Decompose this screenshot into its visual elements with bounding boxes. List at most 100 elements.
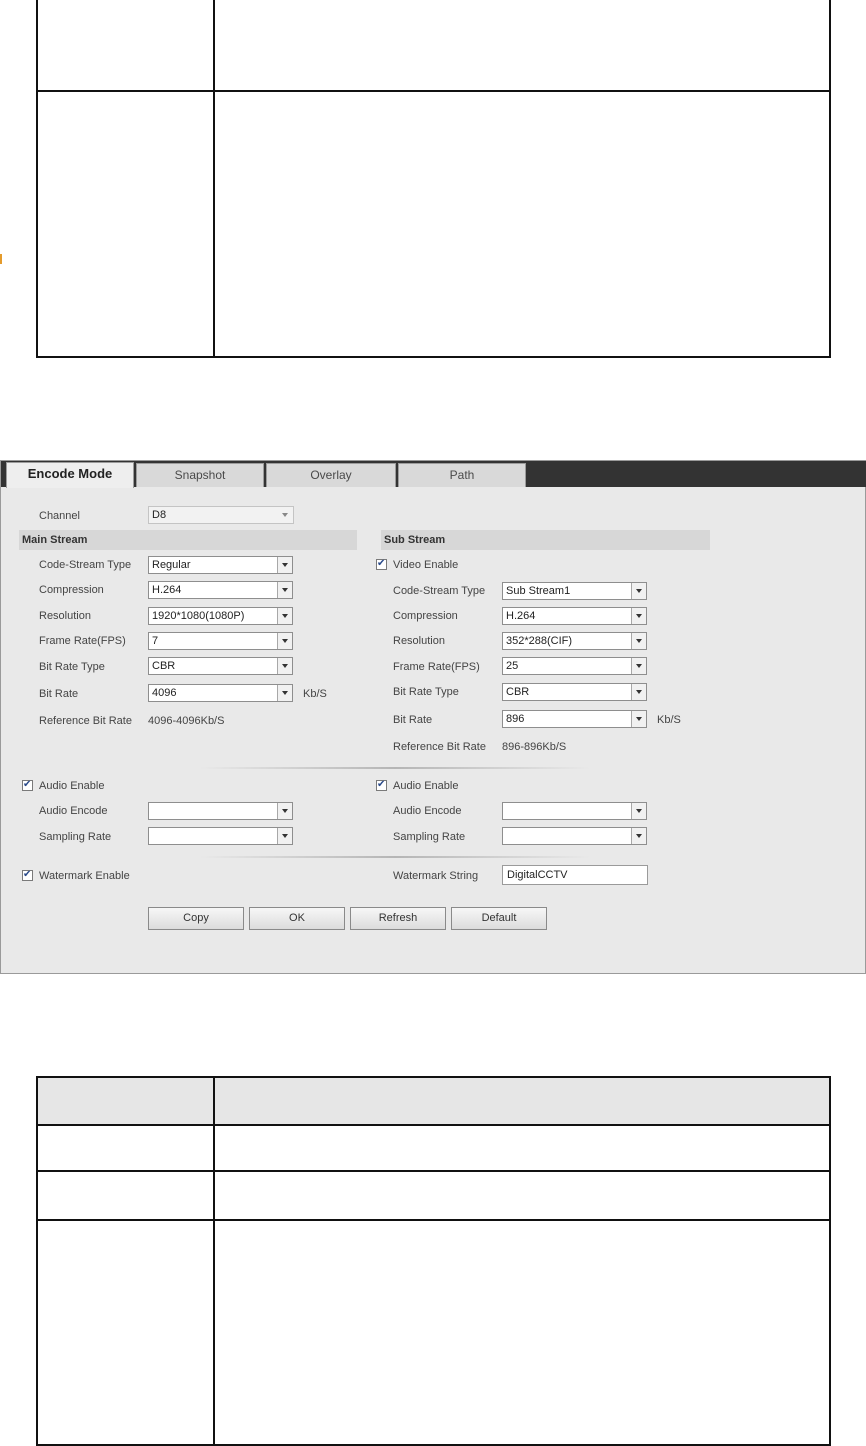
main-sampling-rate-select[interactable]: [148, 827, 293, 845]
sub-audio-enable-checkbox[interactable]: ✔: [376, 779, 387, 791]
watermark-string-label: Watermark String: [393, 870, 479, 882]
sub-bit-rate-type-label: Bit Rate Type: [393, 686, 459, 698]
top-table-column-divider: [213, 0, 215, 356]
chevron-down-icon: [631, 583, 646, 599]
default-button[interactable]: Default: [451, 907, 547, 930]
chevron-down-icon: [631, 633, 646, 649]
checkmark-icon: ✔: [23, 779, 32, 790]
main-bit-rate-type-label: Bit Rate Type: [39, 661, 105, 673]
watermark-enable-label: Watermark Enable: [39, 870, 130, 882]
bottom-table-row-line: [38, 1170, 829, 1172]
sub-bit-rate-value: 896: [506, 713, 525, 725]
main-resolution-value: 1920*1080(1080P): [152, 610, 245, 622]
chevron-down-icon: [278, 507, 293, 523]
main-code-stream-type-select[interactable]: Regular: [148, 556, 293, 574]
watermark-string-input[interactable]: DigitalCCTV: [502, 865, 648, 885]
chevron-down-icon: [277, 582, 292, 598]
sub-stream-header: Sub Stream: [381, 530, 710, 550]
main-sampling-rate-label: Sampling Rate: [39, 831, 112, 843]
sub-bit-rate-type-select[interactable]: CBR: [502, 683, 647, 701]
video-enable-label: Video Enable: [393, 559, 459, 571]
sub-compression-value: H.264: [506, 610, 536, 622]
sub-reference-bit-rate-value: 896-896Kb/S: [502, 741, 567, 753]
video-enable-checkbox-box[interactable]: ✔: [376, 558, 387, 570]
section-divider: [200, 856, 590, 858]
top-table-row-1: [38, 0, 829, 90]
sub-compression-select[interactable]: H.264: [502, 607, 647, 625]
ok-button[interactable]: OK: [249, 907, 345, 930]
sub-resolution-select[interactable]: 352*288(CIF): [502, 632, 647, 650]
main-compression-label: Compression: [39, 584, 104, 596]
main-bit-rate-type-select[interactable]: CBR: [148, 657, 293, 675]
chevron-down-icon: [631, 803, 646, 819]
sub-code-stream-type-value: Sub Stream1: [506, 585, 571, 597]
main-frame-rate-select[interactable]: 7: [148, 632, 293, 650]
tab-encode-mode[interactable]: Encode Mode: [6, 462, 134, 488]
main-bit-rate-unit: Kb/S: [303, 688, 327, 700]
chevron-down-icon: [277, 633, 292, 649]
main-bit-rate-type-value: CBR: [152, 660, 176, 672]
chevron-down-icon: [277, 685, 292, 701]
checkmark-icon: ✔: [377, 558, 386, 569]
sub-frame-rate-label: Frame Rate(FPS): [393, 661, 480, 673]
channel-select[interactable]: D8: [148, 506, 294, 524]
main-frame-rate-label: Frame Rate(FPS): [39, 635, 126, 647]
sub-resolution-value: 352*288(CIF): [506, 635, 573, 647]
sub-compression-label: Compression: [393, 610, 458, 622]
chevron-down-icon: [277, 828, 292, 844]
bottom-table-column-divider: [213, 1078, 215, 1444]
main-bit-rate-select[interactable]: 4096: [148, 684, 293, 702]
main-compression-value: H.264: [152, 584, 182, 596]
chevron-down-icon: [631, 684, 646, 700]
sub-bit-rate-label: Bit Rate: [393, 714, 433, 726]
sub-frame-rate-select[interactable]: 25: [502, 657, 647, 675]
watermark-enable-checkbox[interactable]: ✔: [22, 869, 33, 881]
top-table-row-2: [38, 90, 829, 358]
sub-code-stream-type-label: Code-Stream Type: [393, 585, 486, 597]
copy-button[interactable]: Copy: [148, 907, 244, 930]
main-resolution-select[interactable]: 1920*1080(1080P): [148, 607, 293, 625]
main-bit-rate-value: 4096: [152, 687, 177, 699]
edge-marker: [0, 254, 2, 264]
sub-bit-rate-unit: Kb/S: [657, 714, 681, 726]
bottom-table-header-row: [38, 1078, 829, 1126]
main-bit-rate-label: Bit Rate: [39, 688, 79, 700]
sub-resolution-label: Resolution: [393, 635, 445, 647]
tab-strip: Encode Mode Snapshot Overlay Path: [1, 461, 866, 488]
main-audio-enable-label: Audio Enable: [39, 780, 105, 792]
channel-label: Channel: [39, 510, 80, 522]
sub-audio-enable-label: Audio Enable: [393, 780, 459, 792]
sub-sampling-rate-label: Sampling Rate: [393, 831, 466, 843]
sub-bit-rate-select[interactable]: 896: [502, 710, 647, 728]
tab-path[interactable]: Path: [398, 463, 526, 487]
chevron-down-icon: [631, 828, 646, 844]
tab-overlay[interactable]: Overlay: [266, 463, 396, 487]
sub-sampling-rate-select[interactable]: [502, 827, 647, 845]
main-audio-encode-label: Audio Encode: [39, 805, 108, 817]
chevron-down-icon: [277, 658, 292, 674]
checkmark-icon: ✔: [377, 779, 386, 790]
bottom-table-row-line: [38, 1219, 829, 1221]
main-reference-bit-rate-value: 4096-4096Kb/S: [148, 715, 225, 727]
main-audio-enable-checkbox[interactable]: ✔: [22, 779, 33, 791]
chevron-down-icon: [631, 711, 646, 727]
chevron-down-icon: [277, 557, 292, 573]
sub-audio-encode-label: Audio Encode: [393, 805, 462, 817]
main-code-stream-type-label: Code-Stream Type: [39, 559, 132, 571]
channel-value: D8: [152, 509, 167, 521]
section-divider: [200, 767, 590, 769]
sub-reference-bit-rate-label: Reference Bit Rate: [393, 741, 486, 753]
top-document-table: [36, 0, 831, 358]
main-stream-header: Main Stream: [19, 530, 357, 550]
refresh-button[interactable]: Refresh: [350, 907, 446, 930]
chevron-down-icon: [277, 803, 292, 819]
tab-snapshot[interactable]: Snapshot: [136, 463, 264, 487]
main-compression-select[interactable]: H.264: [148, 581, 293, 599]
main-audio-encode-select[interactable]: [148, 802, 293, 820]
checkmark-icon: ✔: [23, 869, 32, 880]
main-resolution-label: Resolution: [39, 610, 91, 622]
sub-audio-encode-select[interactable]: [502, 802, 647, 820]
chevron-down-icon: [631, 658, 646, 674]
sub-bit-rate-type-value: CBR: [506, 686, 530, 698]
sub-code-stream-type-select[interactable]: Sub Stream1: [502, 582, 647, 600]
